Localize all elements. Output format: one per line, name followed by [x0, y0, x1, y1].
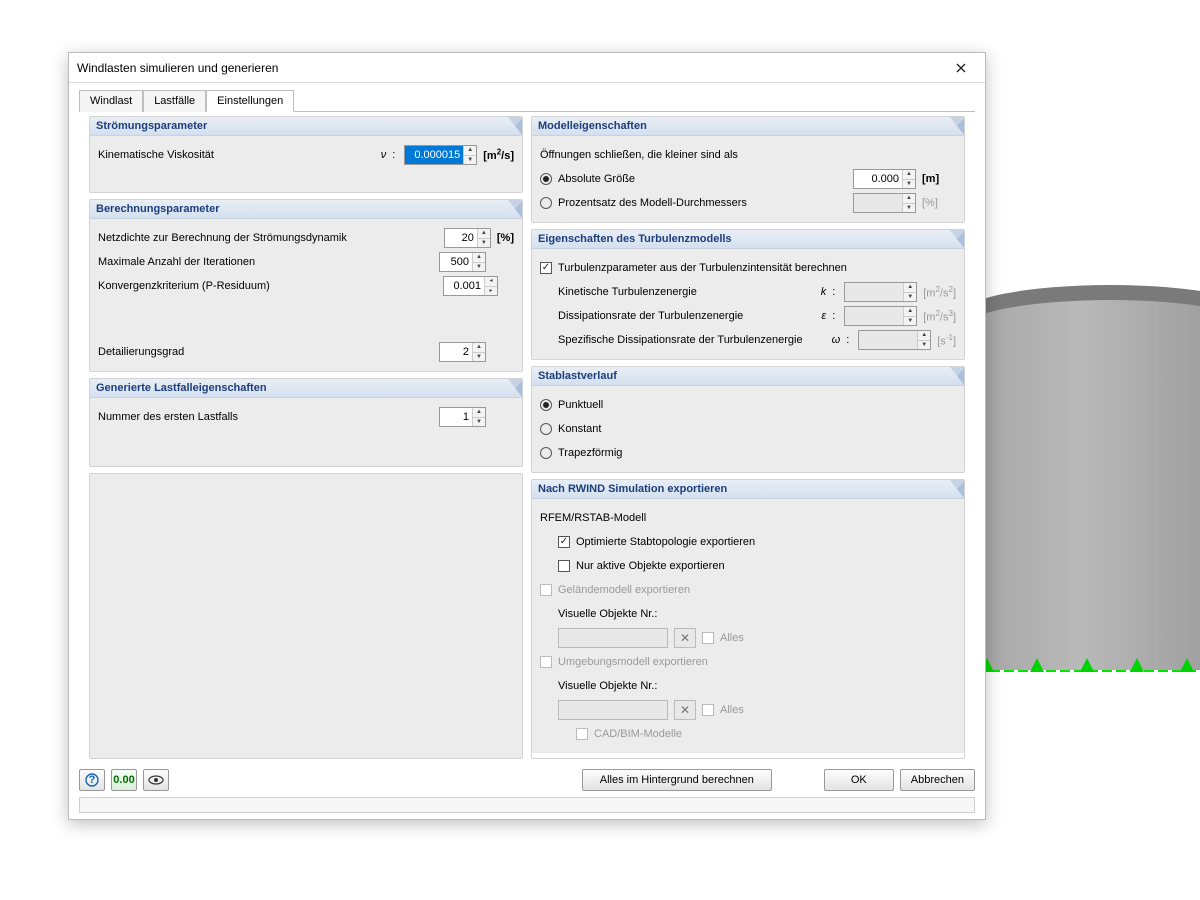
rfem-label: RFEM/RSTAB-Modell [540, 512, 646, 524]
radio-punktuell[interactable]: Punktuell [540, 399, 603, 411]
group-rwind-export: Nach RWIND Simulation exportieren RFEM/R… [531, 479, 965, 759]
tab-windlast[interactable]: Windlast [79, 90, 143, 112]
visc-symbol: ν [368, 149, 386, 161]
group-stroemungsparameter: Strömungsparameter Kinematische Viskosit… [89, 116, 523, 193]
pct-input: ▲▼ [853, 193, 916, 213]
group-stablastverlauf: Stablastverlauf Punktuell Konstant Trape… [531, 366, 965, 473]
omega-label: Spezifische Dissipationsrate der Turbule… [558, 334, 816, 346]
eps-unit: [m2/s3] [923, 309, 956, 324]
eps-label: Dissipationsrate der Turbulenzenergie [558, 310, 802, 322]
k-symbol: k [808, 286, 826, 298]
visobj-field-2 [558, 700, 668, 720]
chk-alles-2: Alles [702, 704, 744, 716]
tab-strip: Windlast Lastfälle Einstellungen [69, 83, 985, 111]
group-header: Generierte Lastfalleigenschaften [90, 379, 522, 398]
pick-icon-2: ✕ [674, 700, 696, 720]
radio-konstant[interactable]: Konstant [540, 423, 601, 435]
detail-label: Detailierungsgrad [98, 346, 433, 358]
mesh-unit: [%] [497, 232, 514, 244]
visobj-label-1: Visuelle Objekte Nr.: [558, 608, 657, 620]
status-strip [79, 797, 975, 813]
cancel-button[interactable]: Abbrechen [900, 769, 975, 791]
visc-label: Kinematische Viskosität [98, 149, 362, 161]
close-icon [956, 63, 966, 73]
chk-gelaendemodell: Geländemodell exportieren [540, 584, 690, 596]
group-header: Strömungsparameter [90, 117, 522, 136]
pick-icon-1: ✕ [674, 628, 696, 648]
svg-text:?: ? [89, 774, 96, 786]
chk-umgebungsmodell: Umgebungsmodell exportieren [540, 656, 708, 668]
visc-unit: [m2/s] [483, 148, 514, 163]
dialog-content: Strömungsparameter Kinematische Viskosit… [79, 111, 975, 763]
window-title: Windlasten simulieren und generieren [77, 61, 945, 75]
visc-input[interactable]: ▲▼ [404, 145, 477, 165]
mesh-input[interactable]: ▲▼ [444, 228, 491, 248]
group-empty [89, 473, 523, 759]
k-unit: [m2/s2] [923, 285, 956, 300]
omega-input: ▲▼ [858, 330, 931, 350]
chk-optimierte-topologie[interactable]: Optimierte Stabtopologie exportieren [558, 536, 755, 548]
firstlc-input[interactable]: ▲▼ [439, 407, 486, 427]
group-header: Stablastverlauf [532, 367, 964, 386]
chk-turbulenzparameter[interactable]: Turbulenzparameter aus der Turbulenzinte… [540, 262, 847, 274]
right-column: Modelleigenschaften Öffnungen schließen,… [531, 116, 965, 759]
help-icon: ? [85, 773, 99, 787]
k-input: ▲▼ [844, 282, 917, 302]
tab-einstellungen[interactable]: Einstellungen [206, 90, 294, 112]
omega-symbol: ω [822, 334, 840, 346]
radio-trapezfoermig[interactable]: Trapezförmig [540, 447, 622, 459]
tab-lastfaelle[interactable]: Lastfälle [143, 90, 206, 112]
radio-prozentsatz[interactable]: Prozentsatz des Modell-Durchmessers [540, 197, 747, 209]
group-header: Nach RWIND Simulation exportieren [532, 480, 964, 499]
iter-label: Maximale Anzahl der Iterationen [98, 256, 433, 268]
group-modelleigenschaften: Modelleigenschaften Öffnungen schließen,… [531, 116, 965, 223]
chk-cadbim: CAD/BIM-Modelle [576, 728, 682, 740]
group-generierte-lastfall: Generierte Lastfalleigenschaften Nummer … [89, 378, 523, 467]
left-column: Strömungsparameter Kinematische Viskosit… [89, 116, 523, 759]
group-header: Berechnungsparameter [90, 200, 522, 219]
abs-unit: [m] [922, 173, 956, 185]
conv-input[interactable]: ◂▸ [443, 276, 498, 296]
close-button[interactable] [945, 56, 977, 80]
close-openings-label: Öffnungen schließen, die kleiner sind al… [540, 149, 738, 161]
visobj-field-1 [558, 628, 668, 648]
eps-input: ▲▼ [844, 306, 917, 326]
iter-input[interactable]: ▲▼ [439, 252, 486, 272]
group-header: Eigenschaften des Turbulenzmodells [532, 230, 964, 249]
eps-symbol: ε [808, 310, 826, 322]
chk-nur-aktive[interactable]: Nur aktive Objekte exportieren [558, 560, 725, 572]
k-label: Kinetische Turbulenzenergie [558, 286, 802, 298]
conv-label: Konvergenzkriterium (P-Residuum) [98, 280, 437, 292]
mesh-label: Netzdichte zur Berechnung der Strömungsd… [98, 232, 438, 244]
group-header: Modelleigenschaften [532, 117, 964, 136]
group-turbulenzmodell: Eigenschaften des Turbulenzmodells Turbu… [531, 229, 965, 360]
eye-icon [148, 775, 164, 785]
titlebar: Windlasten simulieren und generieren [69, 53, 985, 83]
group-berechnungsparameter: Berechnungsparameter Netzdichte zur Bere… [89, 199, 523, 372]
visobj-label-2: Visuelle Objekte Nr.: [558, 680, 657, 692]
dialog-window: Windlasten simulieren und generieren Win… [68, 52, 986, 820]
units-button[interactable]: 0.00 [111, 769, 137, 791]
spin-buttons[interactable]: ▲▼ [463, 146, 476, 164]
omega-unit: [s-1] [937, 333, 956, 348]
radio-absolute-groesse[interactable]: Absolute Größe [540, 173, 635, 185]
bottom-bar: ? 0.00 Alles im Hintergrund berechnen OK… [69, 763, 985, 797]
firstlc-label: Nummer des ersten Lastfalls [98, 411, 433, 423]
view-button[interactable] [143, 769, 169, 791]
ok-button[interactable]: OK [824, 769, 894, 791]
ruler-icon: 0.00 [113, 774, 134, 786]
help-button[interactable]: ? [79, 769, 105, 791]
pct-unit: [%] [922, 197, 956, 209]
abs-input[interactable]: ▲▼ [853, 169, 916, 189]
bgcalc-button[interactable]: Alles im Hintergrund berechnen [582, 769, 772, 791]
chk-alles-1: Alles [702, 632, 744, 644]
detail-input[interactable]: ▲▼ [439, 342, 486, 362]
